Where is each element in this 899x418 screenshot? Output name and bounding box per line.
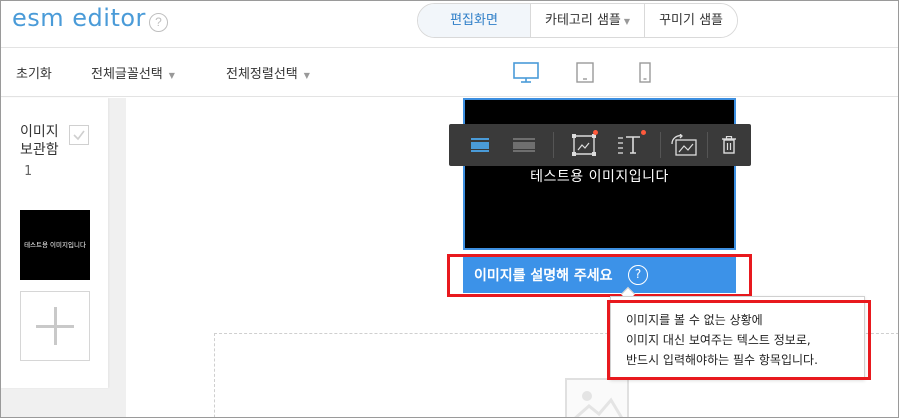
mobile-icon[interactable] xyxy=(639,62,651,88)
mode-tabs: 편집화면 카테고리 샘플 ▼ 꾸미기 샘플 xyxy=(417,3,738,38)
font-select-label: 전체글꼴선택 xyxy=(91,67,163,82)
chevron-down-icon: ▼ xyxy=(168,71,175,80)
highlight-box-caption xyxy=(447,254,752,297)
highlight-box-tooltip xyxy=(607,300,871,380)
tab-edit-label: 편집화면 xyxy=(450,13,498,28)
toolbar-divider xyxy=(707,132,708,158)
align-select-label: 전체정렬선택 xyxy=(226,67,298,82)
align-select[interactable]: 전체정렬선택 ▼ xyxy=(226,63,310,82)
select-all-checkbox[interactable] xyxy=(69,125,89,145)
tab-category-label: 카테고리 샘플 xyxy=(545,13,621,28)
trash-icon[interactable] xyxy=(709,124,749,166)
image-floating-toolbar xyxy=(449,124,751,166)
chevron-down-icon: ▼ xyxy=(303,71,310,80)
tab-edit[interactable]: 편집화면 xyxy=(418,4,530,37)
image-resize-icon[interactable] xyxy=(564,124,604,166)
image-content-text: 테스트용 이미지입니다 xyxy=(530,169,669,185)
image-storage-title: 이미지 보관함 xyxy=(20,124,59,158)
editor-toolbar: 초기화 전체글꼴선택 ▼ 전체정렬선택 ▼ xyxy=(0,48,899,102)
toolbar-divider xyxy=(660,132,661,158)
toolbar-divider xyxy=(553,132,554,158)
tab-category-sample[interactable]: 카테고리 샘플 ▼ xyxy=(530,4,645,37)
layout-inset-icon[interactable] xyxy=(504,124,544,166)
add-image-button[interactable] xyxy=(20,291,90,361)
image-storage-panel: 이미지 보관함 1 테스트용 이미지입니다 xyxy=(0,98,108,388)
font-select[interactable]: 전체글꼴선택 ▼ xyxy=(91,63,175,82)
reset-button[interactable]: 초기화 xyxy=(16,63,52,82)
replace-image-icon[interactable] xyxy=(664,124,704,166)
image-count: 1 xyxy=(24,164,32,179)
desktop-icon[interactable] xyxy=(507,62,545,102)
tab-decorate-sample[interactable]: 꾸미기 샘플 xyxy=(644,4,737,37)
new-badge-dot xyxy=(593,130,598,135)
text-overlay-icon[interactable] xyxy=(610,124,650,166)
selected-image-block[interactable]: 테스트용 이미지입니다 xyxy=(463,98,736,250)
image-thumbnail[interactable]: 테스트용 이미지입니다 xyxy=(20,210,90,280)
layout-full-icon[interactable] xyxy=(460,124,500,166)
tablet-icon[interactable] xyxy=(576,62,594,88)
help-icon[interactable]: ? xyxy=(149,13,168,32)
app-logo: esm editor xyxy=(12,4,146,32)
top-bar: esm editor ? 편집화면 카테고리 샘플 ▼ 꾸미기 샘플 xyxy=(0,0,899,48)
image-placeholder-icon xyxy=(565,378,629,418)
chevron-down-icon: ▼ xyxy=(623,17,631,26)
new-badge-dot xyxy=(641,130,646,135)
tab-decorate-label: 꾸미기 샘플 xyxy=(659,13,723,28)
